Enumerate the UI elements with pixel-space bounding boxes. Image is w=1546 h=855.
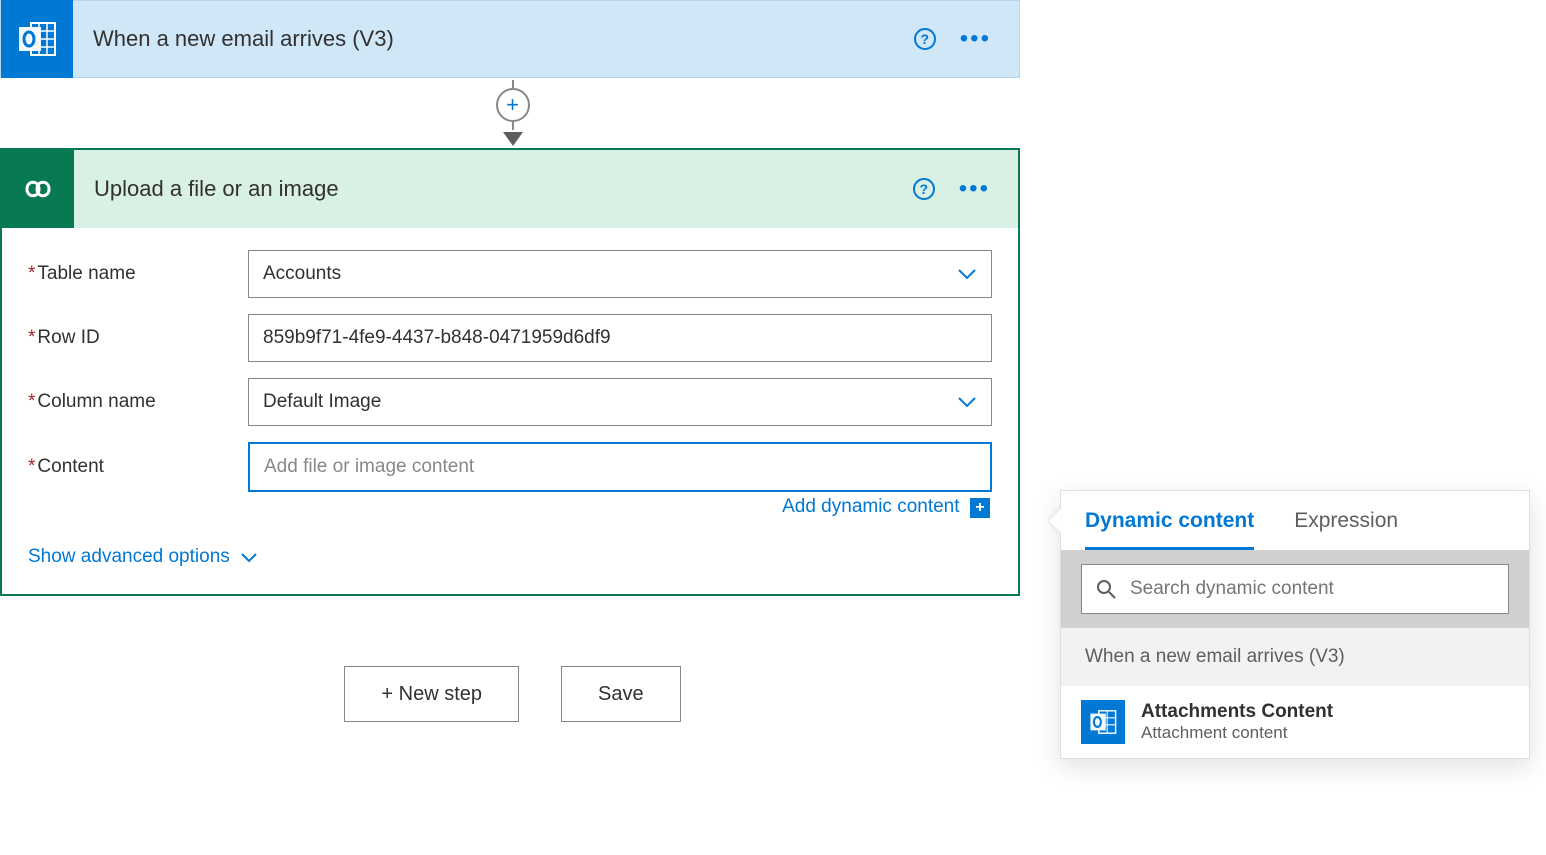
tab-dynamic-content[interactable]: Dynamic content [1085, 509, 1254, 550]
flow-connector: + [0, 78, 1025, 148]
search-icon [1096, 579, 1116, 599]
more-icon[interactable]: ••• [960, 27, 991, 51]
search-input[interactable] [1081, 564, 1509, 614]
trigger-card[interactable]: When a new email arrives (V3) ? ••• [0, 0, 1020, 78]
action-card: Upload a file or an image ? ••• *Table n… [0, 148, 1020, 596]
content-label: *Content [28, 456, 248, 478]
popup-pointer-icon [1049, 509, 1061, 533]
help-icon[interactable]: ? [913, 178, 935, 200]
column-name-select[interactable]: Default Image [248, 378, 992, 426]
more-icon[interactable]: ••• [959, 177, 990, 201]
table-name-select[interactable]: Accounts [248, 250, 992, 298]
dynamic-content-badge-icon[interactable]: + [970, 498, 990, 518]
tab-expression[interactable]: Expression [1294, 509, 1398, 550]
show-advanced-options-link[interactable]: Show advanced options [28, 546, 258, 568]
trigger-title: When a new email arrives (V3) [73, 26, 914, 52]
content-input[interactable] [248, 442, 992, 492]
column-name-value: Default Image [263, 391, 381, 413]
insert-step-button[interactable]: + [496, 88, 530, 122]
outlook-icon [1, 0, 73, 78]
item-title: Attachments Content [1141, 701, 1333, 723]
table-name-value: Accounts [263, 263, 341, 285]
table-name-label: *Table name [28, 263, 248, 285]
help-icon[interactable]: ? [914, 28, 936, 50]
arrow-down-icon [503, 132, 523, 146]
chevron-down-icon [957, 396, 977, 408]
item-subtitle: Attachment content [1141, 723, 1333, 743]
outlook-icon [1081, 700, 1125, 744]
add-dynamic-content-link[interactable]: Add dynamic content [782, 496, 959, 517]
row-id-label: *Row ID [28, 327, 248, 349]
action-header[interactable]: Upload a file or an image ? ••• [2, 150, 1018, 228]
dynamic-content-popup: Dynamic content Expression When a new em… [1060, 490, 1530, 759]
row-id-input[interactable] [248, 314, 992, 362]
chevron-down-icon [240, 552, 258, 563]
save-button[interactable]: Save [561, 666, 681, 722]
new-step-button[interactable]: + New step [344, 666, 519, 722]
popup-group-header: When a new email arrives (V3) [1061, 628, 1529, 686]
dynamic-content-item[interactable]: Attachments Content Attachment content [1061, 686, 1529, 758]
chevron-down-icon [957, 268, 977, 280]
column-name-label: *Column name [28, 391, 248, 413]
dataverse-icon [2, 150, 74, 228]
action-title: Upload a file or an image [74, 176, 913, 202]
